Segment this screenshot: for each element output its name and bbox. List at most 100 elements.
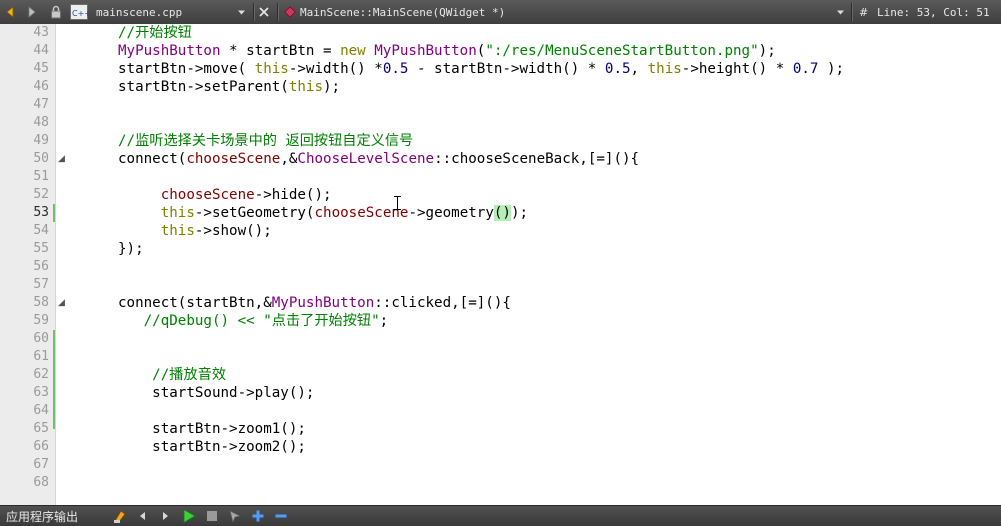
code-line[interactable]: 61: [0, 348, 1001, 366]
code-token: ;: [379, 313, 389, 329]
code-token: chooseScene: [160, 187, 255, 203]
code-line[interactable]: 64: [0, 402, 1001, 420]
modified-line-marker: [53, 330, 55, 429]
code-token: ->height() *: [681, 61, 793, 77]
code-line[interactable]: 65 startBtn->zoom1();: [0, 420, 1001, 438]
code-token: ::chooseSceneBack,[=](){: [434, 151, 640, 167]
code-token: 0.5: [604, 61, 631, 77]
code-line[interactable]: 52 chooseScene->hide();: [0, 186, 1001, 204]
code-token: MyPushButton: [118, 43, 221, 59]
clear-output-icon[interactable]: [112, 508, 128, 524]
line-number: 65: [33, 421, 49, 436]
code-line[interactable]: 50 ◢ connect(chooseScene,&ChooseLevelScene…: [0, 150, 1001, 168]
code-line[interactable]: 59 //qDebug() << "点击了开始按钮";: [0, 312, 1001, 330]
code-token: this: [647, 61, 682, 77]
toolbar-divider: [851, 3, 853, 21]
code-token: ->show();: [194, 223, 272, 239]
cursor-position: Line: 53, Col: 51: [877, 5, 990, 19]
code-line[interactable]: 46 startBtn->setParent(this);: [0, 78, 1001, 96]
fold-marker-icon[interactable]: ◢: [58, 298, 65, 308]
previous-icon[interactable]: [138, 508, 148, 524]
toolbar-divider: [277, 3, 279, 21]
code-token: startBtn->zoom1();: [118, 421, 306, 437]
code-text: startBtn->zoom1();: [118, 420, 306, 438]
code-token: MyPushButton: [374, 43, 477, 59]
code-token: ->hide();: [254, 187, 332, 203]
code-token: ":/res/MenuSceneStartButton.png": [485, 43, 759, 59]
forward-arrow-icon[interactable]: [24, 0, 38, 24]
code-token: //开始按钮: [118, 25, 192, 41]
code-line[interactable]: 48: [0, 114, 1001, 132]
line-number: 61: [33, 349, 49, 364]
code-line[interactable]: 53 this->setGeometry(chooseScene->geomet…: [0, 204, 1001, 222]
stop-icon[interactable]: [206, 508, 218, 524]
code-line[interactable]: 51: [0, 168, 1001, 186]
fold-marker-icon[interactable]: ◢: [58, 154, 65, 164]
code-line[interactable]: 45 startBtn->move( this->width() *0.5 - s…: [0, 60, 1001, 78]
code-line[interactable]: 60: [0, 330, 1001, 348]
code-line[interactable]: 68: [0, 474, 1001, 492]
chevron-down-icon[interactable]: [836, 0, 845, 24]
zoom-in-icon[interactable]: [251, 508, 265, 524]
code-token: );: [323, 79, 341, 95]
code-token: * startBtn =: [220, 43, 341, 59]
code-line[interactable]: 63 startSound->play();: [0, 384, 1001, 402]
code-line[interactable]: 58 ◢ connect(startBtn,&MyPushButton::click…: [0, 294, 1001, 312]
code-line[interactable]: 54 this->show();: [0, 222, 1001, 240]
code-token: startBtn->zoom2();: [118, 439, 306, 455]
line-number: 64: [33, 403, 49, 418]
symbol-selector[interactable]: MainScene::MainScene(QWidget *): [300, 0, 830, 24]
line-number: 53: [33, 205, 49, 220]
code-line[interactable]: 56: [0, 258, 1001, 276]
code-text: this->setGeometry(chooseScene->geometry(…: [118, 204, 528, 222]
line-number: 45: [33, 61, 49, 76]
back-arrow-icon[interactable]: [4, 0, 18, 24]
code-line[interactable]: 49 //监听选择关卡场景中的 返回按钮自定义信号: [0, 132, 1001, 150]
file-name: mainscene.cpp: [96, 5, 183, 19]
line-number: 63: [33, 385, 49, 400]
code-token: "点击了开始按钮": [263, 313, 380, 329]
code-line[interactable]: 44 MyPushButton * startBtn = new MyPushBu…: [0, 42, 1001, 60]
code-line[interactable]: 43 //开始按钮: [0, 24, 1001, 42]
code-editor[interactable]: 43 //开始按钮 44 MyPushButton * startBtn = new …: [0, 24, 1001, 505]
code-line[interactable]: 62 //播放音效: [0, 366, 1001, 384]
next-icon[interactable]: [160, 508, 170, 524]
code-text: MyPushButton * startBtn = new MyPushButt…: [118, 42, 776, 60]
code-line[interactable]: 67: [0, 456, 1001, 474]
line-number: 54: [33, 223, 49, 238]
line-number: 46: [33, 79, 49, 94]
code-text: //监听选择关卡场景中的 返回按钮自定义信号: [118, 132, 413, 150]
code-token: //播放音效: [152, 367, 227, 383]
code-text: //播放音效: [118, 366, 226, 384]
code-text: startBtn->move( this->width() *0.5 - sta…: [118, 60, 844, 78]
code-text: connect(chooseScene,&ChooseLevelScene::c…: [118, 150, 639, 168]
code-token: ChooseLevelScene: [297, 151, 435, 167]
code-token: MyPushButton: [271, 295, 375, 311]
output-panel-label: 应用程序输出: [6, 510, 79, 524]
code-line[interactable]: 55});: [0, 240, 1001, 258]
code-line[interactable]: 47: [0, 96, 1001, 114]
code-text: startBtn->setParent(this);: [118, 78, 340, 96]
chevron-down-icon[interactable]: [237, 0, 246, 24]
attach-debugger-icon[interactable]: [228, 508, 242, 524]
run-icon[interactable]: [181, 508, 197, 524]
file-selector[interactable]: mainscene.cpp: [96, 0, 246, 24]
code-line[interactable]: 57: [0, 276, 1001, 294]
line-number: 67: [33, 457, 49, 472]
code-token: );: [510, 205, 529, 221]
code-text: //开始按钮: [118, 24, 192, 42]
code-line[interactable]: 66 startBtn->zoom2();: [0, 438, 1001, 456]
hash-label: #: [859, 5, 869, 19]
editor-toolbar: C++ mainscene.cpp MainScene::MainScene(Q…: [0, 0, 1001, 25]
close-icon[interactable]: [258, 0, 270, 24]
zoom-out-icon[interactable]: [274, 508, 288, 524]
line-number: 47: [33, 97, 49, 112]
code-token: this: [160, 205, 195, 221]
code-token: //监听选择关卡场景中的 返回按钮自定义信号: [118, 133, 414, 149]
code-token: new: [340, 43, 366, 59]
